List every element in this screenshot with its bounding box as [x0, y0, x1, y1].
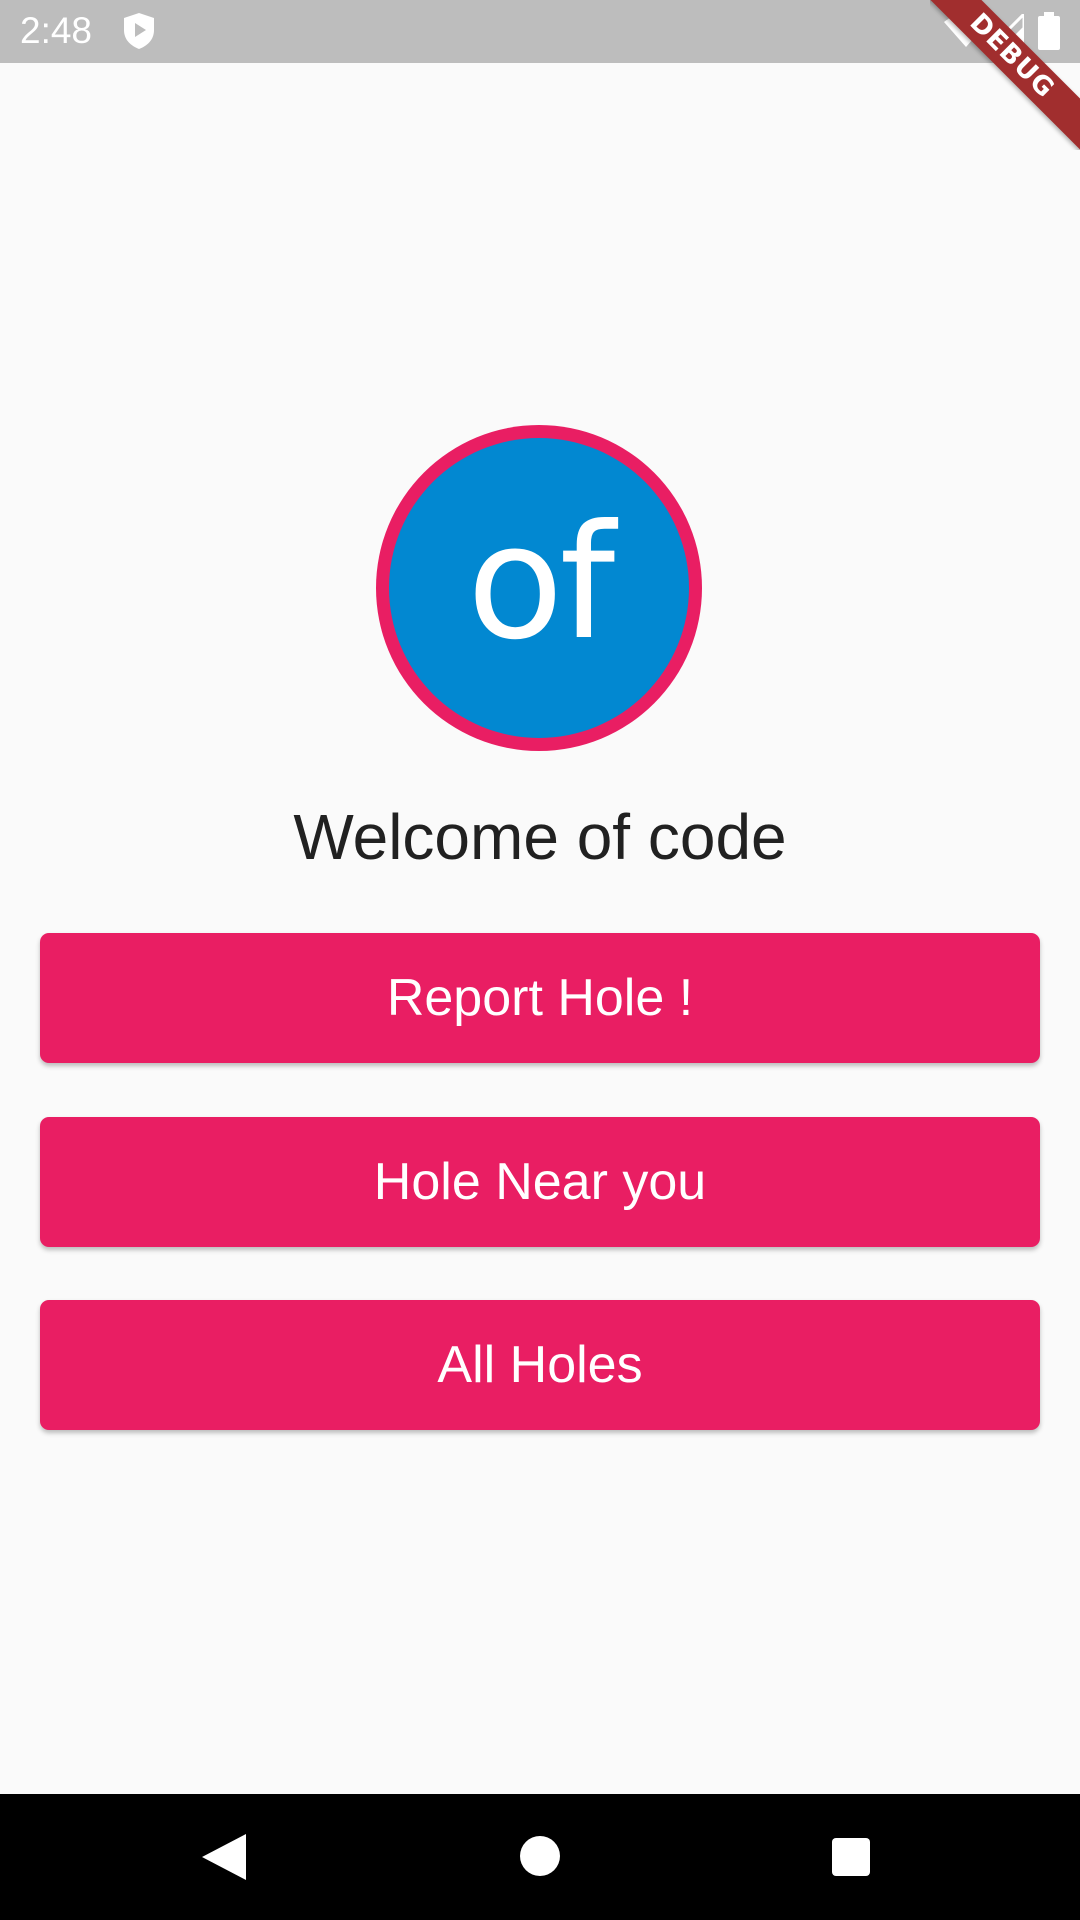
back-icon[interactable] [202, 1834, 246, 1880]
app-screen: 2:48 DEBUG of Welcome of code Report Hol… [0, 0, 1080, 1920]
all-holes-button[interactable]: All Holes [40, 1300, 1040, 1430]
recents-icon[interactable] [832, 1838, 870, 1876]
status-time: 2:48 [20, 10, 93, 51]
status-bar: 2:48 [0, 0, 1080, 63]
app-logo: of [376, 425, 702, 751]
signal-icon [990, 14, 1024, 48]
shield-play-icon [124, 13, 154, 49]
battery-icon [1038, 12, 1060, 50]
report-hole-button[interactable]: Report Hole ! [40, 933, 1040, 1063]
home-icon[interactable] [520, 1836, 560, 1876]
navigation-bar [0, 1794, 1080, 1920]
hole-near-you-button[interactable]: Hole Near you [40, 1117, 1040, 1247]
wifi-icon [944, 14, 988, 47]
welcome-heading: Welcome of code [293, 801, 787, 873]
logo-circle: of [389, 438, 689, 738]
logo-text: of [466, 491, 615, 675]
